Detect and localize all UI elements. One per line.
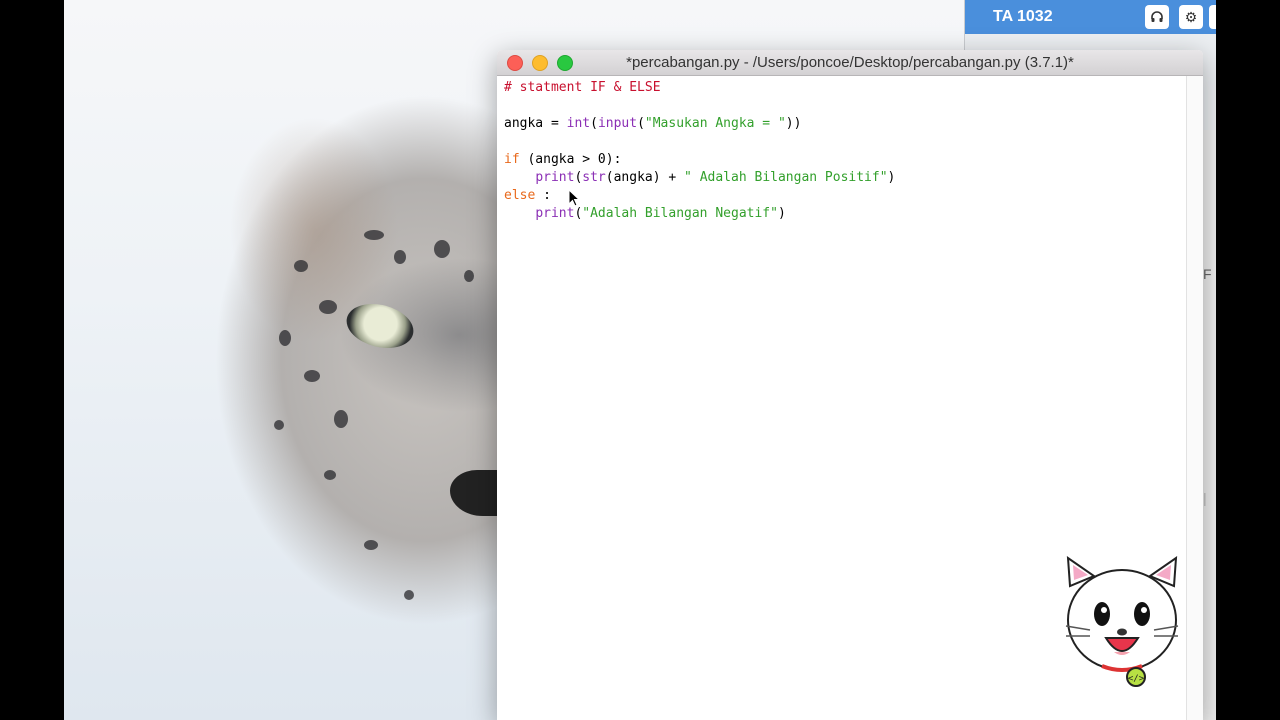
mouse-pointer-icon <box>568 189 581 207</box>
code-builtin: int <box>566 116 591 131</box>
cat-mascot-icon: </> <box>1065 556 1179 687</box>
code-line-7: else : <box>504 187 1187 205</box>
code-line-6: print(str(angka) + " Adalah Bilangan Pos… <box>504 169 1187 187</box>
code-token: ( <box>590 116 598 131</box>
code-keyword: else <box>504 188 536 203</box>
editor-titlebar[interactable]: *percabangan.py - /Users/poncoe/Desktop/… <box>497 50 1203 76</box>
gear-icon[interactable]: ⚙ <box>1179 5 1203 29</box>
code-string: " Adalah Bilangan Positif" <box>684 170 888 185</box>
code-token: ) <box>887 170 896 185</box>
code-line-5: if (angka > 0): <box>504 151 1187 169</box>
leopard-eye <box>341 297 419 355</box>
code-token: ) <box>777 206 786 221</box>
code-token: angka = <box>504 116 567 131</box>
code-builtin: str <box>582 170 606 185</box>
close-window-button[interactable] <box>507 55 523 71</box>
zoom-window-button[interactable] <box>557 55 573 71</box>
code-keyword: if <box>504 152 520 167</box>
vertical-scrollbar[interactable] <box>1186 76 1203 720</box>
headphones-icon[interactable] <box>1145 5 1169 29</box>
code-builtin: print <box>535 170 575 185</box>
editor-title: *percabangan.py - /Users/poncoe/Desktop/… <box>626 54 1074 71</box>
window-controls <box>507 55 573 71</box>
code-builtin: input <box>597 116 638 131</box>
side-marker: | <box>1203 490 1207 506</box>
svg-text:</>: </> <box>1128 674 1145 684</box>
code-string: "Masukan Angka = " <box>644 116 786 131</box>
code-token: (angka > 0): <box>519 152 622 167</box>
code-string: "Adalah Bilangan Negatif" <box>582 206 778 221</box>
background-window-title: TA 1032 <box>993 8 1053 25</box>
camera-icon[interactable] <box>1209 5 1216 29</box>
code-token: (angka) + <box>605 170 685 185</box>
background-window-header: TA 1032 ⚙ <box>965 0 1216 34</box>
code-token: )) <box>785 116 802 131</box>
minimize-window-button[interactable] <box>532 55 548 71</box>
code-line-1: # statment IF & ELSE <box>504 79 1187 97</box>
code-comment: # statment IF & ELSE <box>504 80 661 95</box>
side-letter: F <box>1203 266 1212 282</box>
code-line-3: angka = int(input("Masukan Angka = ")) <box>504 115 1187 133</box>
code-token: : <box>535 188 551 203</box>
code-token: ( <box>637 116 645 131</box>
code-line-8: print("Adalah Bilangan Negatif") <box>504 205 1187 223</box>
